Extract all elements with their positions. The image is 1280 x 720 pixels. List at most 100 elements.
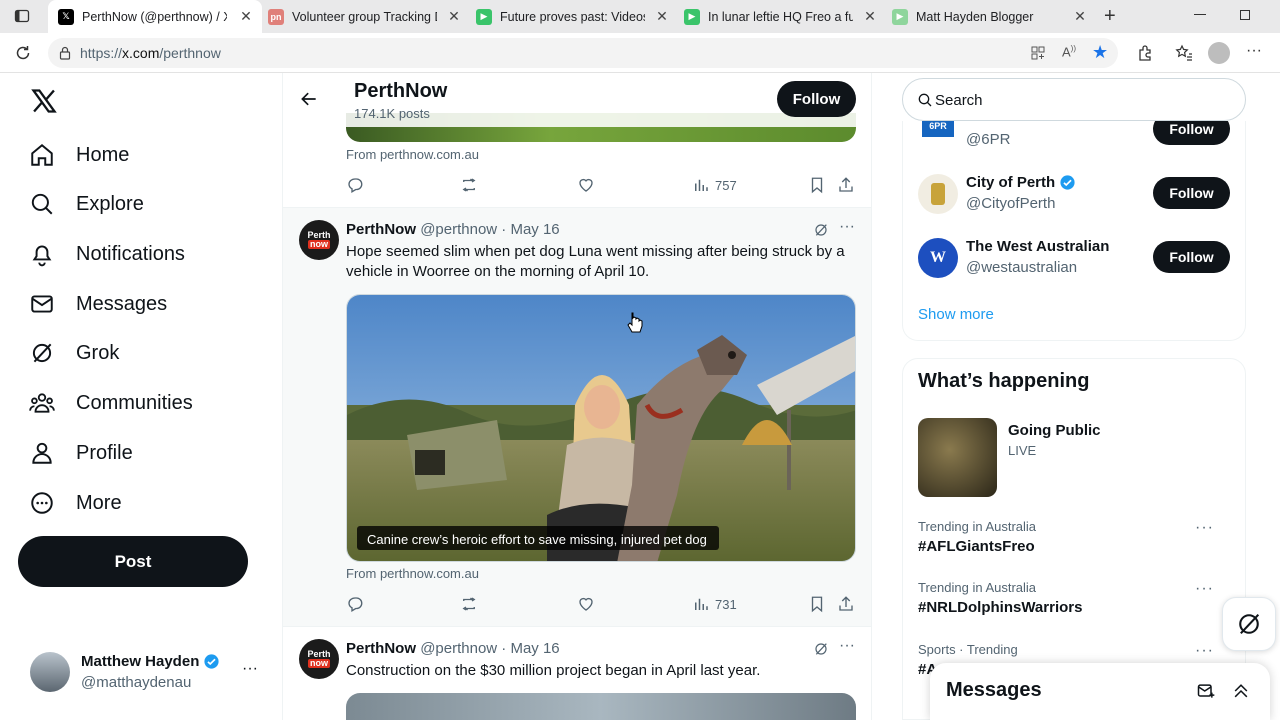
follow-suggestion[interactable]: 6PR @6PR Follow bbox=[918, 121, 1238, 157]
nav-notifications[interactable]: Notifications bbox=[28, 234, 185, 274]
tweet[interactable]: Perth now PerthNow @perthnow · May 16 ···… bbox=[283, 627, 871, 720]
read-aloud-icon[interactable]: A)) bbox=[1062, 44, 1076, 59]
tab-actions-icon[interactable] bbox=[14, 8, 30, 24]
like-button[interactable] bbox=[577, 176, 595, 194]
account-switcher[interactable]: Matthew Hayden @matthaydenau ··· bbox=[18, 642, 268, 702]
tab-volunteer[interactable]: pn Volunteer group Tracking Do ✕ bbox=[262, 0, 470, 33]
link-card-image[interactable] bbox=[346, 693, 856, 720]
tweet-handle[interactable]: @perthnow bbox=[420, 640, 497, 657]
favorites-icon[interactable] bbox=[1175, 44, 1193, 62]
follow-suggestion[interactable]: W The West Australian @westaustralian Fo… bbox=[918, 234, 1238, 284]
profile-avatar-icon[interactable] bbox=[1208, 42, 1230, 64]
restore-icon[interactable] bbox=[1240, 10, 1250, 20]
trend-item[interactable]: Trending in Australia #NRLDolphinsWarrio… bbox=[918, 580, 1238, 624]
tweet-handle[interactable]: @perthnow bbox=[420, 221, 497, 238]
close-tab-icon[interactable]: ✕ bbox=[862, 8, 878, 24]
address-bar[interactable]: https://x.com/perthnow A)) ★ bbox=[48, 38, 1118, 68]
account-more-icon[interactable]: ··· bbox=[242, 660, 258, 678]
nav-label: Communities bbox=[76, 391, 193, 414]
avatar: 6PR bbox=[922, 121, 954, 137]
suggestion-handle: @6PR bbox=[966, 131, 1011, 148]
favorite-star-icon[interactable]: ★ bbox=[1092, 42, 1108, 63]
like-button[interactable] bbox=[577, 595, 595, 613]
repost-button[interactable] bbox=[460, 595, 478, 613]
nav-communities[interactable]: Communities bbox=[28, 383, 193, 423]
app-available-icon[interactable] bbox=[1030, 45, 1046, 61]
share-button[interactable] bbox=[837, 176, 855, 194]
repost-icon bbox=[460, 176, 478, 194]
browser-menu-icon[interactable]: ··· bbox=[1246, 42, 1262, 60]
heart-icon bbox=[577, 176, 595, 194]
post-button[interactable]: Post bbox=[18, 536, 248, 587]
reply-button[interactable] bbox=[346, 595, 364, 613]
back-arrow-icon[interactable] bbox=[299, 89, 319, 109]
link-source: From perthnow.com.au bbox=[346, 566, 479, 581]
views-button[interactable]: 757 bbox=[692, 176, 737, 194]
timeline: From perthnow.com.au 757 PerthNow 174.1K… bbox=[282, 73, 872, 720]
tweet-more-icon[interactable]: ··· bbox=[839, 637, 855, 655]
bookmark-button[interactable] bbox=[808, 176, 826, 194]
search-input[interactable]: Search bbox=[935, 92, 983, 109]
nav-profile[interactable]: Profile bbox=[28, 433, 133, 473]
follow-button[interactable]: Follow bbox=[1153, 241, 1230, 273]
search-box[interactable]: Search bbox=[902, 78, 1246, 121]
follow-suggestion[interactable]: City of Perth @CityofPerth Follow bbox=[918, 170, 1238, 220]
refresh-icon[interactable] bbox=[14, 44, 32, 62]
x-logo-icon[interactable] bbox=[30, 87, 58, 115]
avatar[interactable]: Perth now bbox=[299, 220, 339, 260]
nav-home[interactable]: Home bbox=[28, 135, 129, 175]
new-tab-icon[interactable]: + bbox=[1104, 5, 1116, 28]
extensions-icon[interactable] bbox=[1136, 44, 1154, 62]
tab-matt-hayden[interactable]: ▶ Matt Hayden Blogger ✕ bbox=[886, 0, 1096, 33]
views-button[interactable]: 731 bbox=[692, 595, 737, 613]
close-tab-icon[interactable]: ✕ bbox=[238, 8, 254, 24]
grok-icon[interactable] bbox=[813, 641, 829, 657]
tweet-author[interactable]: PerthNow bbox=[346, 640, 416, 657]
views-chart-icon bbox=[692, 595, 710, 613]
tweet-more-icon[interactable]: ··· bbox=[839, 218, 855, 236]
url-host: x.com bbox=[122, 45, 160, 61]
tweet-author[interactable]: PerthNow bbox=[346, 221, 416, 238]
reply-button[interactable] bbox=[346, 176, 364, 194]
bookmark-button[interactable] bbox=[808, 595, 826, 613]
tweet-date[interactable]: · May 16 bbox=[501, 221, 559, 238]
minimize-icon[interactable] bbox=[1194, 14, 1206, 15]
trend-more-icon[interactable]: ··· bbox=[1195, 580, 1214, 598]
tweet-header: PerthNow @perthnow · May 16 bbox=[346, 640, 560, 657]
share-button[interactable] bbox=[837, 595, 855, 613]
nav-explore[interactable]: Explore bbox=[28, 184, 144, 224]
grok-floating-button[interactable] bbox=[1222, 597, 1276, 651]
heart-icon bbox=[577, 595, 595, 613]
close-tab-icon[interactable]: ✕ bbox=[446, 8, 462, 24]
nav-grok[interactable]: Grok bbox=[28, 333, 119, 373]
tab-perthnow[interactable]: 𝕏 PerthNow (@perthnow) / X ✕ bbox=[48, 0, 262, 33]
lock-icon[interactable] bbox=[58, 46, 72, 60]
expand-drawer-icon[interactable] bbox=[1231, 681, 1251, 701]
tab-future-proves[interactable]: ▶ Future proves past: Videos fr ✕ bbox=[470, 0, 678, 33]
grok-icon bbox=[1235, 610, 1263, 638]
tweet[interactable]: Perth now PerthNow @perthnow · May 16 ···… bbox=[283, 208, 871, 626]
avatar[interactable]: Perth now bbox=[299, 639, 339, 679]
trend-more-icon[interactable]: ··· bbox=[1195, 519, 1214, 537]
live-event[interactable]: Going Public LIVE bbox=[918, 418, 1228, 498]
verified-badge-icon bbox=[203, 653, 220, 670]
link-card-image[interactable]: Canine crew’s heroic effort to save miss… bbox=[346, 294, 856, 562]
trend-item[interactable]: Trending in Australia #AFLGiantsFreo ··· bbox=[918, 519, 1238, 563]
nav-messages[interactable]: Messages bbox=[28, 284, 167, 324]
follow-button[interactable]: Follow bbox=[1153, 177, 1230, 209]
show-more-link[interactable]: Show more bbox=[918, 306, 994, 323]
tweet-date[interactable]: · May 16 bbox=[501, 640, 559, 657]
messages-drawer[interactable]: Messages bbox=[930, 663, 1270, 720]
nav-more[interactable]: More bbox=[28, 483, 122, 523]
follow-button[interactable]: Follow bbox=[777, 81, 856, 117]
tweet-header: PerthNow @perthnow · May 16 bbox=[346, 221, 560, 238]
follow-button[interactable]: Follow bbox=[1153, 121, 1230, 145]
close-tab-icon[interactable]: ✕ bbox=[1072, 8, 1088, 24]
tab-lunar-leftie[interactable]: ▶ In lunar leftie HQ Freo a full ✕ bbox=[678, 0, 886, 33]
repost-button[interactable] bbox=[460, 176, 478, 194]
close-tab-icon[interactable]: ✕ bbox=[654, 8, 670, 24]
new-message-icon[interactable] bbox=[1196, 681, 1216, 701]
verified-badge-icon bbox=[1059, 174, 1076, 191]
trend-more-icon[interactable]: ··· bbox=[1195, 642, 1214, 660]
grok-icon[interactable] bbox=[813, 222, 829, 238]
